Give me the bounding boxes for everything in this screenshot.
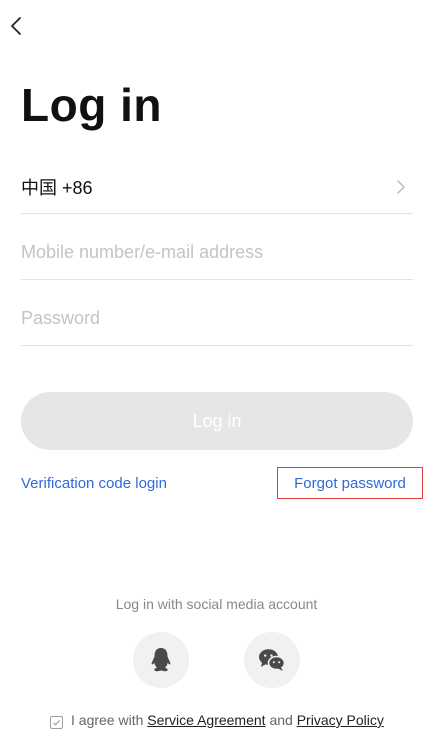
chevron-right-icon — [397, 179, 405, 194]
agreement-checkbox[interactable] — [50, 716, 63, 729]
password-field-row — [21, 292, 413, 346]
check-icon — [53, 720, 61, 726]
page-title: Log in — [21, 79, 162, 131]
wechat-icon — [259, 649, 286, 671]
qq-penguin-icon — [151, 648, 171, 672]
wechat-login-button[interactable] — [244, 632, 300, 688]
login-button[interactable]: Log in — [21, 392, 413, 450]
account-input[interactable] — [21, 242, 413, 263]
agreement-row: I agree with Service Agreement and Priva… — [50, 712, 400, 729]
service-agreement-link[interactable]: Service Agreement — [147, 712, 265, 728]
login-screen: Log in 中国 +86 Log in Verification code l… — [0, 0, 427, 749]
password-input[interactable] — [21, 308, 413, 329]
chevron-left-icon — [11, 17, 21, 35]
forgot-password-link[interactable]: Forgot password — [277, 467, 423, 499]
agreement-prefix: I agree with — [71, 712, 144, 728]
agreement-text: I agree with Service Agreement and Priva… — [71, 712, 384, 729]
social-login-caption: Log in with social media account — [115, 596, 318, 612]
country-code-selector[interactable]: 中国 +86 — [21, 160, 413, 214]
verification-code-login-link[interactable]: Verification code login — [21, 475, 167, 492]
forgot-password-label: Forgot password — [294, 474, 406, 492]
country-code-label: 中国 +86 — [21, 177, 93, 198]
back-button[interactable] — [4, 12, 28, 40]
privacy-policy-link[interactable]: Privacy Policy — [297, 712, 384, 728]
qq-login-button[interactable] — [133, 632, 189, 688]
agreement-and: and — [269, 712, 293, 728]
account-field-row — [21, 226, 413, 280]
